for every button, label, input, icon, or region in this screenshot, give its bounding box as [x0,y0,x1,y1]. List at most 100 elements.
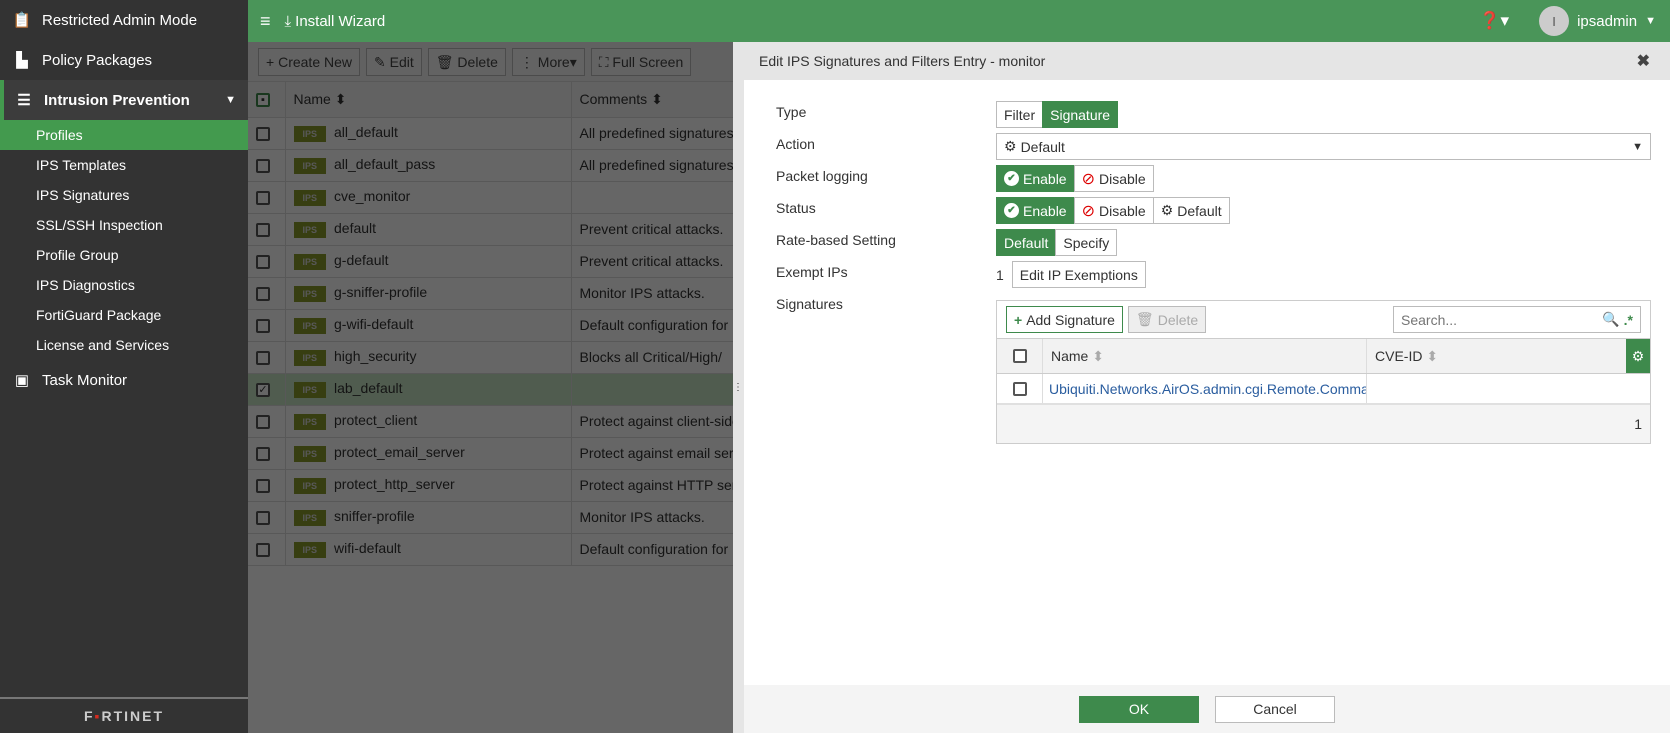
profile-name[interactable]: IPS cve_monitor [285,181,572,214]
row-checkbox[interactable] [248,405,286,438]
dialog-title: Edit IPS Signatures and Filters Entry - … [759,53,1046,69]
status-disable[interactable]: ⊘ Disable [1073,197,1154,224]
delete-signature-button[interactable]: 🗑 Delete [1127,306,1207,333]
plus-icon: + [266,54,279,70]
enable-label: Enable [1023,170,1067,187]
packet-logging-enable[interactable]: ✔ Enable [996,165,1075,192]
row-checkbox[interactable] [248,309,286,342]
profile-name[interactable]: IPS high_security [285,341,572,374]
sidebar-item-ips-diagnostics[interactable]: IPS Diagnostics [0,270,248,300]
row-checkbox[interactable] [997,374,1043,403]
row-checkbox[interactable] [248,149,286,182]
install-wizard-button[interactable]: Install Wizard [295,13,385,30]
row-checkbox[interactable] [248,245,286,278]
cancel-button[interactable]: Cancel [1215,695,1335,723]
ok-button[interactable]: OK [1079,695,1199,723]
profile-name[interactable]: IPS g-default [285,245,572,278]
row-checkbox[interactable] [248,213,286,246]
more-button[interactable]: ⋮ More ▾ [511,48,585,76]
sidebar-item-profiles[interactable]: Profiles [0,120,248,150]
table-row[interactable]: IPS sniffer-profile Monitor IPS attacks. [248,501,733,534]
column-settings-gear-icon[interactable]: ⚙ [1626,339,1650,373]
row-checkbox[interactable] [248,341,286,374]
row-checkbox[interactable] [248,117,286,150]
select-all-signatures-checkbox[interactable] [997,339,1043,373]
sidebar-item-ssl-ssh-inspection[interactable]: SSL/SSH Inspection [0,210,248,240]
status-enable[interactable]: ✔ Enable [996,197,1075,224]
table-row[interactable]: IPS protect_email_server Protect against e… [248,437,733,470]
table-row[interactable]: ✓ IPS lab_default [248,373,733,406]
profile-name[interactable]: IPS all_default_pass [285,149,572,182]
type-signature-option[interactable]: Signature [1042,101,1119,128]
row-checkbox[interactable] [248,181,286,214]
delete-button[interactable]: 🗑 Delete [427,48,506,76]
sidebar-item-license-and-services[interactable]: License and Services [0,330,248,360]
select-all-checkbox[interactable]: ▪ [248,82,286,118]
task-monitor-label: Task Monitor [42,371,128,389]
table-row[interactable]: IPS cve_monitor [248,181,733,214]
column-name[interactable]: Name ⬍ [285,82,572,118]
sig-column-cve[interactable]: CVE-ID ⬍ [1367,339,1587,373]
avatar[interactable]: I [1539,6,1570,36]
full-screen-button[interactable]: ⛶ Full Screen [590,48,692,76]
profile-name[interactable]: IPS protect_client [285,405,572,438]
table-row[interactable]: IPS g-sniffer-profile Monitor IPS attacks. [248,277,733,310]
edit-button[interactable]: ✎ Edit [366,48,422,76]
search-input[interactable] [1401,311,1581,328]
type-filter-option[interactable]: Filter [996,101,1044,128]
profiles-list: + Create New ✎ Edit 🗑 Delete ⋮ More ▾ ⛶ F… [248,42,733,733]
sidebar-item-policy-packages[interactable]: ▙ Policy Packages [0,40,248,80]
table-row[interactable]: IPS all_default_pass All predefined signat… [248,149,733,182]
sig-column-name[interactable]: Name ⬍ [1043,339,1367,373]
user-menu[interactable]: ipsadmin [1577,13,1637,30]
row-checkbox[interactable] [248,501,286,534]
column-comments[interactable]: Comments ⬍ [571,82,733,118]
sidebar-item-intrusion-prevention[interactable]: ☰ Intrusion Prevention ▼ [0,80,248,120]
table-row[interactable]: IPS wifi-default Default configuration for [248,533,733,566]
profile-name[interactable]: IPS protect_http_server [285,469,572,502]
profile-name[interactable]: IPS sniffer-profile [285,501,572,534]
action-select[interactable]: ⚙ Default ▼ [996,133,1651,160]
menu-icon[interactable]: ≡ [260,11,271,32]
profile-name[interactable]: IPS all_default [285,117,572,150]
row-checkbox[interactable]: ✓ [248,373,286,406]
signature-name[interactable]: Ubiquiti.Networks.AirOS.admin.cgi.Remote… [1043,374,1367,403]
sidebar-item-profile-group[interactable]: Profile Group [0,240,248,270]
sidebar-item-task-monitor[interactable]: ▣ Task Monitor [0,360,248,400]
add-signature-button[interactable]: + Add Signature [1006,306,1123,333]
resize-handle[interactable]: ⋮ [733,382,743,393]
help-icon[interactable]: ❓▾ [1479,11,1509,31]
profile-name[interactable]: IPS g-sniffer-profile [285,277,572,310]
table-row[interactable]: Ubiquiti.Networks.AirOS.admin.cgi.Remote… [997,374,1650,405]
profile-name[interactable]: IPS g-wifi-default [285,309,572,342]
packet-logging-disable[interactable]: ⊘ Disable [1073,165,1154,192]
sidebar-item-fortiguard-package[interactable]: FortiGuard Package [0,300,248,330]
delete-signature-label: Delete [1157,311,1199,328]
row-checkbox[interactable] [248,469,286,502]
row-checkbox[interactable] [248,437,286,470]
download-icon: ⤓ [284,12,292,30]
search-icon[interactable]: 🔍 [1602,311,1619,328]
row-checkbox[interactable] [248,277,286,310]
rate-default-option[interactable]: Default [996,229,1057,256]
close-icon[interactable]: ✖ [1637,51,1650,71]
profile-name[interactable]: IPS default [285,213,572,246]
status-default[interactable]: ⚙ Default [1152,197,1230,224]
table-row[interactable]: IPS protect_http_server Protect against HT… [248,469,733,502]
table-row[interactable]: IPS default Prevent critical attacks. [248,213,733,246]
edit-ip-exemptions-button[interactable]: Edit IP Exemptions [1011,261,1146,288]
sidebar-item-ips-signatures[interactable]: IPS Signatures [0,180,248,210]
table-row[interactable]: IPS g-default Prevent critical attacks. [248,245,733,278]
table-row[interactable]: IPS protect_client Protect against client-… [248,405,733,438]
profile-name[interactable]: IPS wifi-default [285,533,572,566]
table-row[interactable]: IPS g-wifi-default Default configuration f… [248,309,733,342]
profile-name[interactable]: IPS lab_default [285,373,572,406]
table-row[interactable]: IPS high_security Blocks all Critical/High… [248,341,733,374]
table-row[interactable]: IPS all_default All predefined signatures [248,117,733,150]
rate-specify-option[interactable]: Specify [1055,229,1118,256]
regex-icon[interactable]: .* [1624,312,1633,328]
row-checkbox[interactable] [248,533,286,566]
create-new-button[interactable]: + Create New [258,48,360,76]
profile-name[interactable]: IPS protect_email_server [285,437,572,470]
sidebar-item-ips-templates[interactable]: IPS Templates [0,150,248,180]
